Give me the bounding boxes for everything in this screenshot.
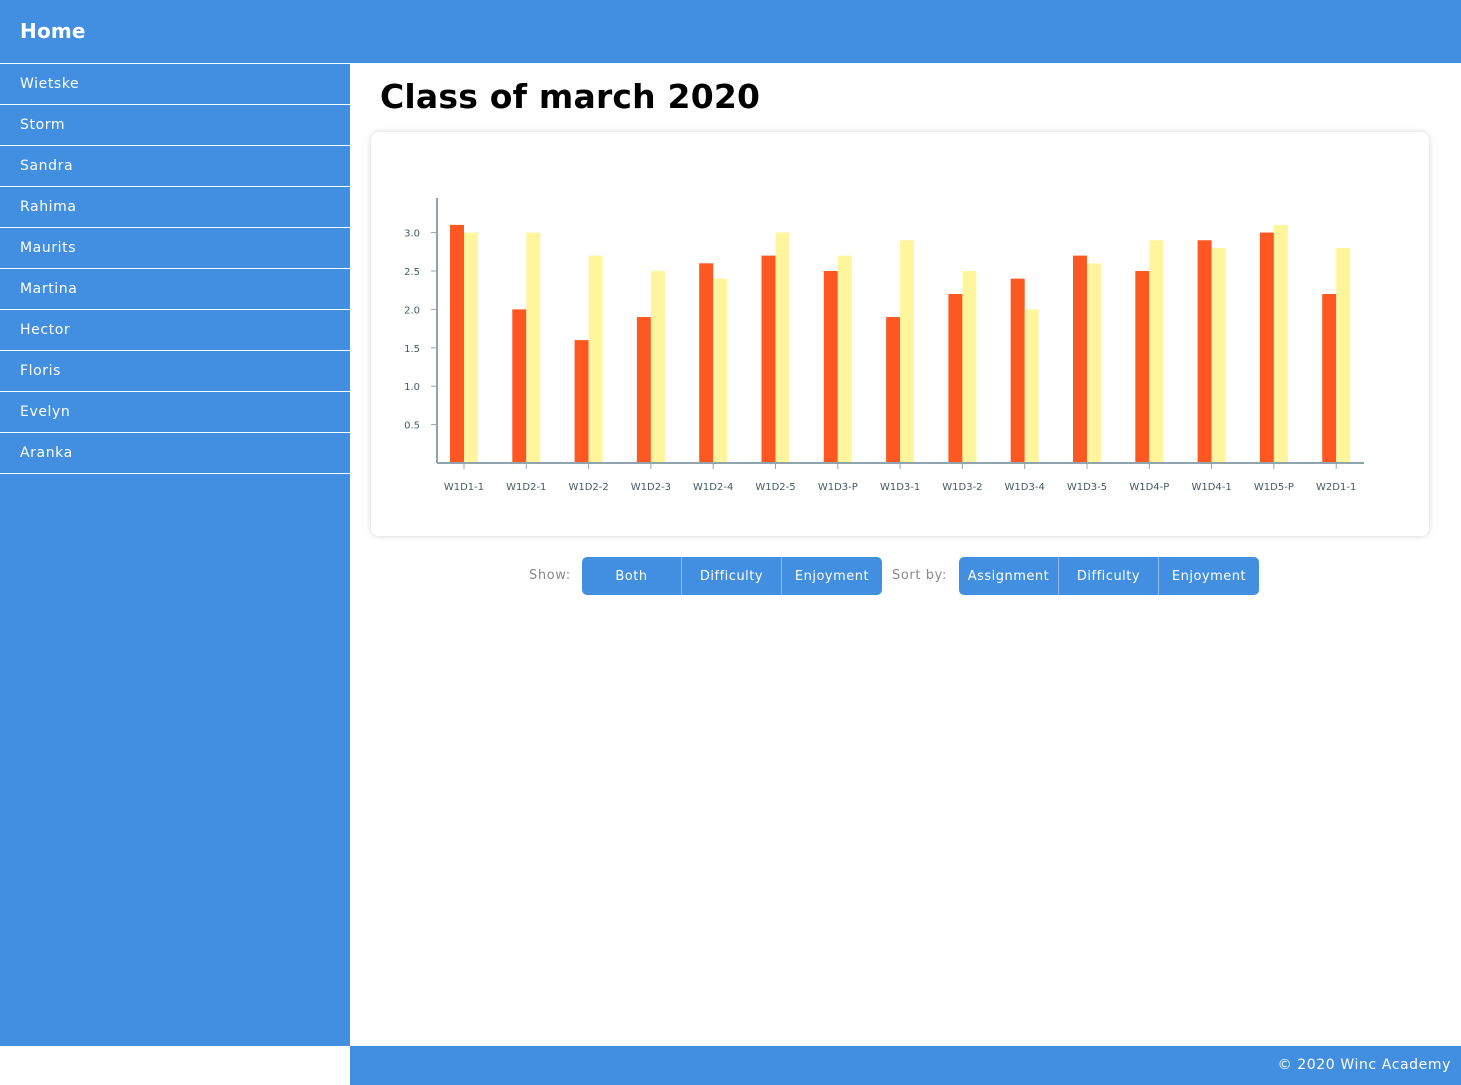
- difficulty-bar: [574, 340, 589, 462]
- home-link[interactable]: Home: [20, 19, 86, 43]
- sort-enjoyment-button[interactable]: Enjoyment: [1159, 557, 1259, 595]
- main-content: Class of march 2020 0.5 1.0 1.5 2.0 2.5 3.0 W1…: [350, 63, 1461, 1046]
- sidebar: Wietske Storm Sandra Rahima Maurits Mart…: [0, 63, 350, 1046]
- sidebar-item-martina[interactable]: Martina: [0, 269, 350, 310]
- x-tick-label: W1D4-1: [1191, 482, 1231, 493]
- sort-assignment-button[interactable]: Assignment: [959, 557, 1059, 595]
- y-tick-label: 1.5: [404, 344, 420, 355]
- enjoyment-bar: [650, 270, 665, 462]
- sidebar-item-rahima[interactable]: Rahima: [0, 187, 350, 228]
- sidebar-item-aranka[interactable]: Aranka: [0, 433, 350, 474]
- footer-copyright: © 2020 Winc Academy: [1277, 1057, 1451, 1073]
- sidebar-item-evelyn[interactable]: Evelyn: [0, 392, 350, 433]
- x-tick-label: W1D2-4: [693, 482, 733, 493]
- sidebar-item-maurits[interactable]: Maurits: [0, 228, 350, 269]
- difficulty-bar: [512, 309, 527, 462]
- student-list: Wietske Storm Sandra Rahima Maurits Mart…: [0, 63, 350, 474]
- x-tick-label: W1D2-5: [755, 482, 795, 493]
- footer: © 2020 Winc Academy: [350, 1046, 1461, 1085]
- sidebar-item-sandra[interactable]: Sandra: [0, 146, 350, 187]
- sort-button-group: Assignment Difficulty Enjoyment: [959, 557, 1259, 595]
- difficulty-bar: [699, 263, 714, 462]
- difficulty-bar: [1259, 232, 1274, 462]
- x-tick-label: W1D1-1: [444, 482, 484, 493]
- difficulty-bar: [823, 270, 838, 462]
- page-title: Class of march 2020: [380, 77, 761, 116]
- enjoyment-bar: [837, 255, 852, 462]
- top-navbar: Home: [0, 0, 1461, 63]
- y-tick-label: 2.0: [404, 305, 420, 316]
- enjoyment-bar: [464, 232, 478, 462]
- x-tick-label: W2D1-1: [1316, 482, 1356, 493]
- difficulty-bar: [1322, 294, 1337, 462]
- enjoyment-bar: [1149, 240, 1164, 462]
- y-tick-label: 1.0: [404, 382, 420, 393]
- sort-label: Sort by:: [892, 568, 947, 583]
- x-tick-label: W1D3-P: [818, 482, 858, 493]
- enjoyment-bar: [775, 232, 790, 462]
- y-tick-label: 0.5: [404, 421, 420, 432]
- enjoyment-bar: [713, 278, 728, 462]
- sidebar-item-floris[interactable]: Floris: [0, 351, 350, 392]
- difficulty-bar: [948, 294, 963, 462]
- difficulty-bar: [886, 317, 901, 462]
- show-button-group: Both Difficulty Enjoyment: [582, 557, 882, 595]
- y-tick-label: 3.0: [404, 229, 420, 240]
- x-tick-label: W1D2-1: [506, 482, 546, 493]
- x-tick-label: W1D3-1: [880, 482, 920, 493]
- difficulty-bar: [636, 317, 651, 462]
- chart-card: 0.5 1.0 1.5 2.0 2.5 3.0 W1D1-1 W1D2-1 W1D2-2 W1D2…: [371, 132, 1429, 536]
- show-difficulty-button[interactable]: Difficulty: [682, 557, 782, 595]
- enjoyment-bar: [1087, 263, 1101, 462]
- enjoyment-bar: [1336, 247, 1351, 462]
- sort-difficulty-button[interactable]: Difficulty: [1059, 557, 1159, 595]
- show-label: Show:: [529, 568, 571, 583]
- difficulty-bar: [1073, 255, 1087, 462]
- show-enjoyment-button[interactable]: Enjoyment: [782, 557, 882, 595]
- enjoyment-bar: [526, 232, 541, 462]
- sidebar-item-wietske[interactable]: Wietske: [0, 64, 350, 105]
- x-tick-label: W1D3-4: [1005, 482, 1045, 493]
- sidebar-item-hector[interactable]: Hector: [0, 310, 350, 351]
- difficulty-bar: [450, 224, 464, 462]
- difficulty-bar: [1135, 270, 1150, 462]
- y-tick-label: 2.5: [404, 267, 420, 278]
- x-tick-label: W1D3-2: [942, 482, 982, 493]
- x-tick-label: W1D2-3: [631, 482, 671, 493]
- enjoyment-bar: [900, 240, 915, 462]
- enjoyment-bar: [962, 270, 977, 462]
- sidebar-item-storm[interactable]: Storm: [0, 105, 350, 146]
- bar-chart: 0.5 1.0 1.5 2.0 2.5 3.0 W1D1-1 W1D2-1 W1D2-2 W1D2…: [404, 198, 1364, 493]
- enjoyment-bar: [1024, 309, 1039, 462]
- difficulty-bar: [761, 255, 776, 462]
- x-tick-label: W1D2-2: [568, 482, 608, 493]
- x-tick-label: W1D5-P: [1254, 482, 1294, 493]
- difficulty-bar: [1197, 240, 1212, 462]
- x-tick-label: W1D3-5: [1067, 482, 1107, 493]
- enjoyment-bar: [1211, 247, 1226, 462]
- enjoyment-bar: [588, 255, 603, 462]
- x-tick-label: W1D4-P: [1129, 482, 1169, 493]
- chart-controls: Show: Both Difficulty Enjoyment Sort by:…: [350, 557, 1461, 595]
- show-both-button[interactable]: Both: [582, 557, 682, 595]
- difficulty-bar: [1010, 278, 1025, 462]
- enjoyment-bar: [1273, 224, 1288, 462]
